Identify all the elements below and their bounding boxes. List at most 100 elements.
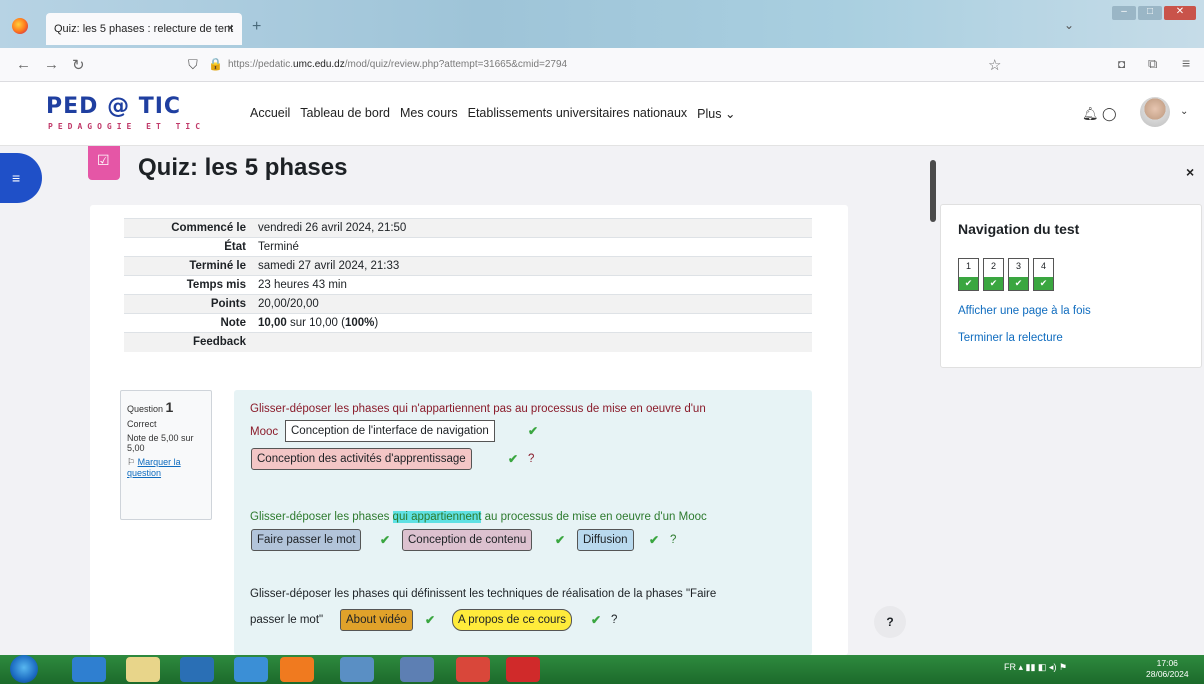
media-player-icon[interactable] [180, 657, 214, 682]
correct-check-icon: ✔ [508, 452, 519, 466]
quiz-navigation-block: Navigation du test 1 ✔ 2 ✔ 3 ✔ 4 ✔ Afficher … [940, 204, 1202, 368]
checkbox-icon: ☑ [97, 152, 110, 168]
close-window-button[interactable]: ✕ [1164, 6, 1196, 20]
course-index-toggle-button[interactable]: ≡ [0, 153, 42, 203]
site-logo[interactable]: PED @ TIC PEDAGOGIE ET TIC [46, 94, 200, 131]
url-domain: umc.edu.dz [293, 59, 345, 70]
internet-explorer-icon[interactable] [72, 657, 106, 682]
summary-row: Temps mis 23 heures 43 min [124, 275, 812, 295]
summary-value: 10,00 sur 10,00 (100%) [252, 314, 812, 333]
tab-close-icon[interactable]: × [227, 21, 234, 35]
chrome-icon[interactable] [456, 657, 490, 682]
word-icon[interactable] [400, 657, 434, 682]
prompt-1-line-1: Glisser-déposer les phases qui n'apparti… [250, 403, 706, 415]
browser-tab[interactable]: Quiz: les 5 phases : relecture de tent × [46, 13, 242, 45]
quiz-navigation-title: Navigation du test [958, 221, 1080, 237]
summary-row: Terminé le samedi 27 avril 2024, 21:33 [124, 256, 812, 276]
quiz-activity-icon: ☑ [88, 146, 120, 180]
flag-question[interactable]: ⚐ Marquer la question [127, 457, 205, 478]
summary-value: Terminé [258, 241, 299, 253]
messages-icon[interactable]: ◯ [1102, 106, 1117, 122]
nav-tableau-de-bord[interactable]: Tableau de bord [300, 106, 390, 121]
bookmark-star-icon[interactable]: ☆ [988, 56, 1001, 74]
prompt-3-line-1: Glisser-déposer les phases qui définisse… [250, 588, 717, 600]
question-number-value: 1 [165, 399, 174, 415]
question-info: Question 1 Correct Note de 5,00 sur 5,00… [120, 390, 212, 520]
list-icon: ≡ [12, 170, 21, 186]
maximize-button[interactable]: □ [1138, 6, 1162, 20]
correct-check-icon: ✔ [425, 613, 436, 627]
clock-time: 17:06 [1156, 658, 1178, 668]
summary-value: samedi 27 avril 2024, 21:33 [258, 260, 400, 272]
correct-check-icon: ✔ [380, 533, 391, 547]
drop-zone-6[interactable]: About vidéo [340, 609, 413, 631]
question-number: Question 1 [127, 399, 205, 415]
new-tab-button[interactable]: + [252, 18, 261, 36]
list-tabs-icon[interactable]: ⌄ [1064, 18, 1074, 32]
pocket-icon[interactable]: ◘ [1118, 57, 1125, 71]
browser-nav-bar: ← → ↻ ⛉ 🔒 https://pedatic.umc.edu.dz/mod… [0, 48, 1204, 82]
lock-icon[interactable]: 🔒 [208, 57, 223, 71]
address-bar[interactable]: https://pedatic.umc.edu.dz/mod/quiz/revi… [228, 59, 567, 70]
drop-zone-2[interactable]: Conception des activités d'apprentissage [251, 448, 472, 470]
forward-icon[interactable]: → [44, 56, 59, 73]
clock[interactable]: 17:06 28/06/2024 [1146, 658, 1189, 680]
finish-review-link[interactable]: Terminer la relecture [958, 332, 1063, 344]
windows-taskbar: FR ▴ ▮▮ ◧ ◂) ⚑ 17:06 28/06/2024 [0, 655, 1204, 684]
summary-row: Commencé le vendredi 26 avril 2024, 21:50 [124, 218, 812, 238]
network-app-icon[interactable] [340, 657, 374, 682]
user-menu-chevron-icon[interactable]: ⌄ [1180, 106, 1188, 117]
scrollbar-thumb[interactable] [930, 160, 936, 222]
nav-mes-cours[interactable]: Mes cours [400, 106, 458, 121]
reload-icon[interactable]: ↻ [72, 56, 85, 74]
drop-zone-1[interactable]: Conception de l'interface de navigation [285, 420, 495, 442]
minimize-button[interactable]: – [1112, 6, 1136, 20]
file-explorer-icon[interactable] [126, 657, 160, 682]
firefox-taskbar-icon[interactable] [280, 657, 314, 682]
quiz-nav-question-2[interactable]: 2 ✔ [983, 258, 1004, 291]
back-icon[interactable]: ← [16, 56, 31, 73]
question-content: Glisser-déposer les phases qui n'apparti… [234, 390, 812, 655]
start-button[interactable] [10, 655, 38, 683]
app-icon[interactable] [234, 657, 268, 682]
notification-bell-icon[interactable]: 🔔︎ [1082, 106, 1099, 122]
quiz-nav-question-4[interactable]: 4 ✔ [1033, 258, 1054, 291]
correct-check-icon: ✔ [528, 424, 539, 438]
acrobat-icon[interactable] [506, 657, 540, 682]
help-button[interactable]: ? [874, 606, 906, 638]
quiz-nav-question-3[interactable]: 3 ✔ [1008, 258, 1029, 291]
nav-accueil[interactable]: Accueil [250, 106, 290, 121]
summary-value: 23 heures 43 min [258, 279, 347, 291]
nav-etablissements[interactable]: Etablissements universitaires nationaux [468, 106, 688, 121]
page-title: Quiz: les 5 phases [138, 154, 348, 181]
tracking-shield-icon[interactable]: ⛉ [188, 57, 198, 73]
hamburger-menu-icon[interactable]: ≡ [1182, 55, 1190, 71]
correct-check-icon: ✔ [1034, 277, 1053, 290]
prompt-2-highlight: qui appartiennent [392, 511, 482, 523]
hint-question-mark: ? [670, 534, 677, 546]
correct-check-icon: ✔ [959, 277, 978, 290]
drop-zone-7[interactable]: A propos de ce cours [452, 609, 573, 631]
flag-question-link[interactable]: Marquer la question [127, 457, 181, 478]
prompt-2-start: Glisser-déposer les phases [250, 511, 393, 523]
logo-main: PED @ TIC [46, 94, 182, 119]
quiz-nav-question-1[interactable]: 1 ✔ [958, 258, 979, 291]
question-number: 1 [965, 261, 971, 271]
system-tray: FR ▴ ▮▮ ◧ ◂) ⚑ [1004, 662, 1068, 672]
site-header: PED @ TIC PEDAGOGIE ET TIC Accueil Table… [0, 82, 1204, 146]
summary-row: Note 10,00 sur 10,00 (100%) [124, 313, 812, 333]
summary-label: Note [220, 317, 246, 329]
grade-close: ) [374, 317, 379, 329]
show-one-page-link[interactable]: Afficher une page à la fois [958, 305, 1091, 317]
drop-zone-5[interactable]: Diffusion [577, 529, 634, 551]
drop-zone-4[interactable]: Conception de contenu [402, 529, 533, 551]
nav-plus[interactable]: Plus ⌄ [697, 106, 735, 121]
user-avatar[interactable] [1140, 97, 1170, 127]
summary-row: État Terminé [124, 237, 812, 257]
question-state: Correct [127, 419, 157, 429]
close-drawer-icon[interactable]: × [1186, 164, 1194, 180]
drop-zone-3[interactable]: Faire passer le mot [251, 529, 362, 551]
extensions-icon[interactable]: ⧉ [1148, 56, 1157, 72]
language-indicator[interactable]: FR [1004, 662, 1016, 672]
question-number: 2 [990, 261, 996, 271]
